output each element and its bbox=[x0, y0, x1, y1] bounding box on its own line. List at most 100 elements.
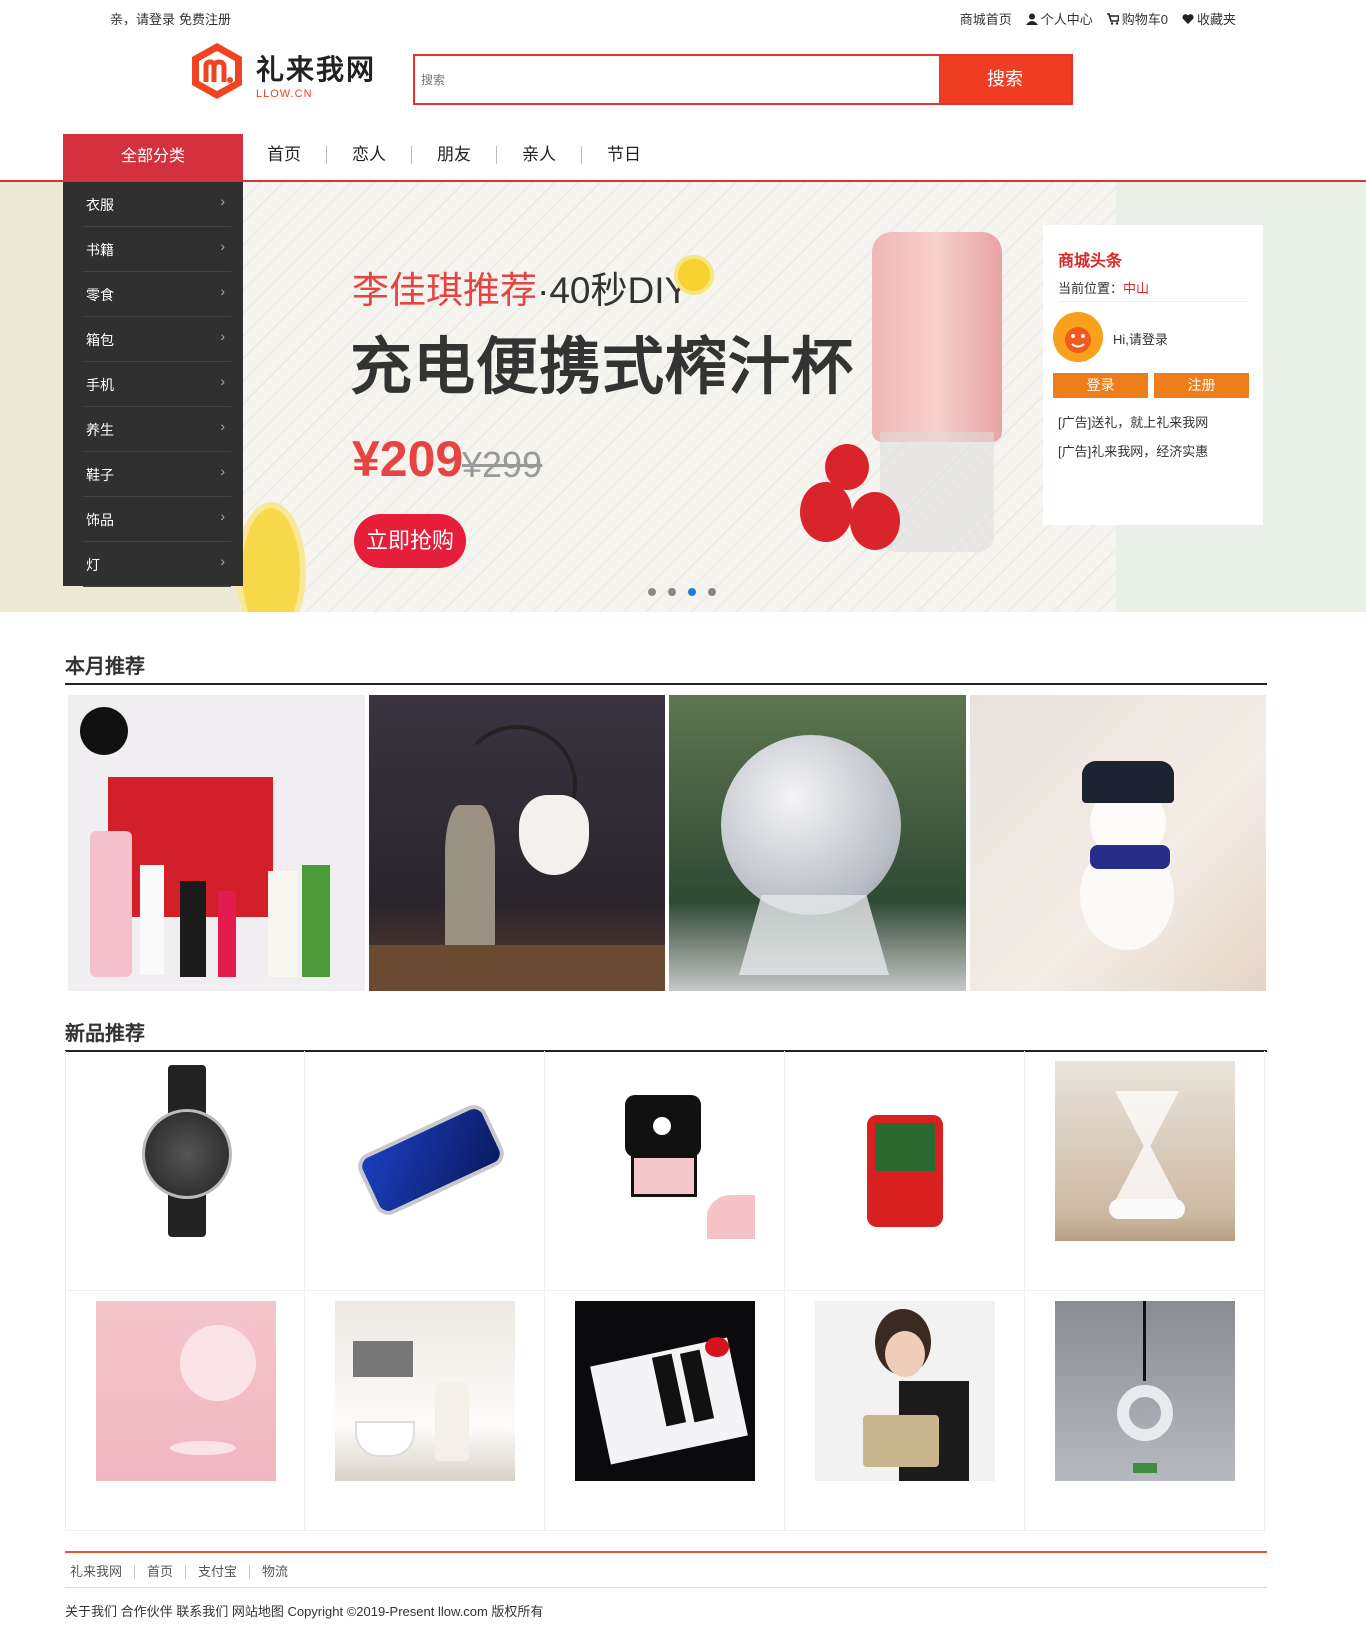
register-link[interactable]: 免费注册 bbox=[179, 12, 231, 27]
copyright: 关于我们 合作伙伴 联系我们 网站地图 Copyright ©2019-Pres… bbox=[65, 1604, 544, 1619]
snowman-hat bbox=[1081, 761, 1174, 803]
nav-lovers[interactable]: 恋人 bbox=[326, 146, 411, 164]
carousel-dot-active[interactable] bbox=[688, 588, 696, 596]
favorites-link[interactable]: 收藏夹 bbox=[1182, 9, 1236, 28]
category-item[interactable]: 鞋子 › bbox=[63, 452, 243, 497]
cup bbox=[355, 1421, 415, 1457]
lamp-shade bbox=[518, 795, 589, 875]
product-card-camera[interactable] bbox=[545, 1051, 785, 1291]
product-image-cosmetics[interactable] bbox=[68, 695, 365, 991]
chevron-right-icon: › bbox=[220, 463, 225, 479]
nav-holidays[interactable]: 节日 bbox=[581, 146, 666, 164]
product-card-diffuser[interactable] bbox=[305, 1291, 545, 1531]
category-item[interactable]: 箱包 › bbox=[63, 317, 243, 362]
bottle bbox=[90, 831, 132, 977]
login-link[interactable]: 亲，请登录 bbox=[110, 12, 175, 27]
juicer-cup-image bbox=[872, 232, 1002, 552]
snowman-scarf bbox=[1089, 845, 1170, 869]
category-item[interactable]: 书籍 › bbox=[63, 227, 243, 272]
search-input[interactable] bbox=[415, 56, 941, 103]
label-tag bbox=[1133, 1463, 1157, 1473]
site-logo[interactable]: 礼来我网 LLOW.CN bbox=[186, 40, 376, 106]
category-item[interactable]: 灯 › bbox=[63, 542, 243, 587]
product-image-crystal-ball[interactable] bbox=[669, 695, 966, 991]
strawberry-image bbox=[825, 444, 869, 490]
category-label: 饰品 bbox=[86, 512, 114, 528]
nav-friends[interactable]: 朋友 bbox=[411, 146, 496, 164]
avatar bbox=[1053, 312, 1103, 362]
product-card-thermos[interactable] bbox=[545, 1291, 785, 1531]
product-image-lamp[interactable] bbox=[368, 695, 665, 991]
register-button[interactable]: 注册 bbox=[1154, 373, 1249, 398]
chevron-right-icon: › bbox=[220, 328, 225, 344]
user-center-label: 个人中心 bbox=[1040, 12, 1093, 27]
bottle bbox=[268, 871, 298, 977]
nav-family[interactable]: 亲人 bbox=[496, 146, 581, 164]
product-card-hourglass[interactable] bbox=[1025, 1051, 1265, 1291]
crystal-base bbox=[739, 895, 889, 975]
category-label: 灯 bbox=[86, 557, 100, 573]
category-label: 衣服 bbox=[86, 197, 114, 213]
sign-board bbox=[353, 1341, 413, 1377]
footer-link[interactable]: 礼来我网 bbox=[70, 1565, 134, 1579]
mall-home-link[interactable]: 商城首页 bbox=[960, 9, 1012, 28]
category-menu: 衣服 › 书籍 › 零食 › 箱包 › 手机 › 养生 › 鞋子 › 饰品 › 灯 › bbox=[63, 182, 243, 587]
heart-icon bbox=[1182, 13, 1194, 24]
mall-home-label: 商城首页 bbox=[959, 12, 1012, 27]
carousel-dot[interactable] bbox=[648, 588, 656, 596]
footer-link[interactable]: 首页 bbox=[134, 1565, 185, 1579]
necklace-cord bbox=[1143, 1301, 1146, 1381]
strawberry-image bbox=[850, 492, 900, 550]
news-panel: 商城头条 当前位置：中山 Hi,请登录 登录 注册 [广告]送礼，就上礼来我网 … bbox=[1043, 225, 1263, 525]
buy-now-button[interactable]: 立即抢购 bbox=[354, 514, 466, 568]
cart-link[interactable]: 购物车0 bbox=[1106, 9, 1168, 28]
footer-link[interactable]: 物流 bbox=[249, 1565, 300, 1579]
product-image-thermos-gift bbox=[575, 1301, 755, 1481]
table bbox=[368, 945, 665, 991]
nav-home[interactable]: 首页 bbox=[262, 146, 326, 164]
carousel-dot[interactable] bbox=[708, 588, 716, 596]
rose bbox=[705, 1337, 729, 1357]
footer-divider bbox=[65, 1551, 1267, 1553]
product-card-pendant[interactable] bbox=[1025, 1291, 1265, 1531]
nav-links: 首页 恋人 朋友 亲人 节日 bbox=[262, 146, 666, 164]
product-card-game-console[interactable] bbox=[785, 1051, 1025, 1291]
category-item[interactable]: 养生 › bbox=[63, 407, 243, 452]
logo-subtext: LLOW.CN bbox=[256, 88, 313, 100]
section-title-month: 本月推荐 bbox=[65, 656, 145, 678]
search-bar: 搜索 bbox=[413, 54, 1073, 105]
product-image-hourglass bbox=[1055, 1061, 1235, 1241]
category-label: 书籍 bbox=[86, 242, 114, 258]
chevron-right-icon: › bbox=[220, 373, 225, 389]
login-prompt: 亲，请登录 免费注册 bbox=[110, 9, 235, 28]
carousel-dots bbox=[648, 588, 716, 596]
product-image-desk-lamp bbox=[96, 1301, 276, 1481]
user-center-link[interactable]: 个人中心 bbox=[1025, 9, 1093, 28]
banner-price: ¥209 bbox=[352, 431, 464, 487]
location-label: 当前位置： bbox=[1058, 281, 1124, 296]
category-item[interactable]: 饰品 › bbox=[63, 497, 243, 542]
cart-label: 购物车0 bbox=[1121, 12, 1168, 27]
search-button[interactable]: 搜索 bbox=[939, 56, 1071, 103]
hourglass-glass bbox=[1115, 1091, 1179, 1201]
ad-link[interactable]: [广告]礼来我网，经济实惠 bbox=[1058, 441, 1208, 460]
product-image-snowman[interactable] bbox=[969, 695, 1266, 991]
all-categories-button[interactable]: 全部分类 bbox=[63, 134, 243, 182]
product-card-lighter[interactable] bbox=[305, 1051, 545, 1291]
category-item[interactable]: 衣服 › bbox=[63, 182, 243, 227]
vase bbox=[435, 1381, 469, 1461]
location-value[interactable]: 中山 bbox=[1123, 281, 1149, 296]
category-item[interactable]: 手机 › bbox=[63, 362, 243, 407]
login-button[interactable]: 登录 bbox=[1053, 373, 1148, 398]
footer-separator bbox=[65, 1587, 1267, 1588]
footer-link[interactable]: 支付宝 bbox=[185, 1565, 249, 1579]
product-card-watch[interactable] bbox=[65, 1051, 305, 1291]
ad-link[interactable]: [广告]送礼，就上礼来我网 bbox=[1058, 412, 1208, 431]
category-item[interactable]: 零食 › bbox=[63, 272, 243, 317]
category-label: 养生 bbox=[86, 422, 114, 438]
product-card-handbag[interactable] bbox=[785, 1291, 1025, 1531]
camera-lens bbox=[647, 1111, 677, 1141]
product-card-lamp[interactable] bbox=[65, 1291, 305, 1531]
category-label: 鞋子 bbox=[86, 467, 114, 483]
carousel-dot[interactable] bbox=[668, 588, 676, 596]
